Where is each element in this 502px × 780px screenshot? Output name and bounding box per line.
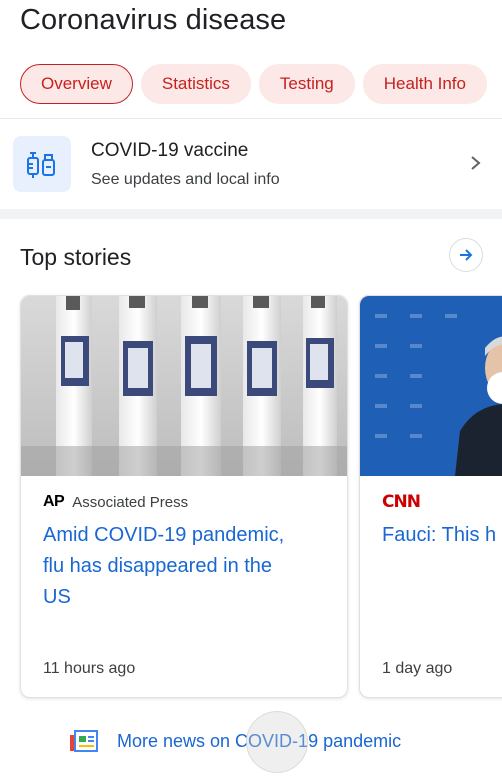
topic-chips: Overview Statistics Testing Health Info (20, 64, 502, 104)
section-divider (0, 209, 502, 219)
story-card[interactable]: AP Associated Press Amid COVID-19 pandem… (20, 295, 348, 698)
story-source: AP Associated Press (43, 492, 188, 512)
story-headline[interactable]: Fauci: This h lowest point Covid-19 (382, 520, 502, 551)
story-headline[interactable]: Amid COVID-19 pandemic, flu has disappea… (43, 520, 284, 613)
top-stories-heading: Top stories (20, 244, 132, 270)
source-name: Associated Press (72, 493, 189, 511)
arrow-right-icon (460, 249, 473, 261)
ap-logo: AP (43, 493, 65, 510)
story-card[interactable]: CNN Fauci: This h lowest point Covid-19 … (359, 295, 502, 698)
chip-overview[interactable]: Overview (20, 64, 133, 104)
chip-health-info[interactable]: Health Info (362, 64, 487, 104)
story-source: CNN (382, 492, 421, 512)
story-time: 1 day ago (382, 660, 453, 677)
chevron-right-icon (471, 156, 481, 170)
news-icon (70, 730, 98, 752)
cnn-logo: CNN (382, 492, 421, 512)
story-image-fauci (360, 296, 502, 476)
vaccine-title: COVID-19 vaccine (91, 140, 249, 161)
vaccine-icon (13, 136, 71, 192)
top-stories-more-button[interactable] (449, 238, 483, 272)
story-image-vaccine-vials (21, 296, 347, 476)
chip-statistics[interactable]: Statistics (140, 64, 251, 104)
touch-indicator (246, 711, 308, 773)
story-time: 11 hours ago (43, 660, 136, 677)
chip-testing[interactable]: Testing (258, 64, 355, 104)
vaccine-info-row[interactable]: COVID-19 vaccine See updates and local i… (0, 119, 502, 209)
vaccine-subtitle: See updates and local info (91, 171, 280, 188)
page-title: Coronavirus disease (20, 4, 287, 36)
